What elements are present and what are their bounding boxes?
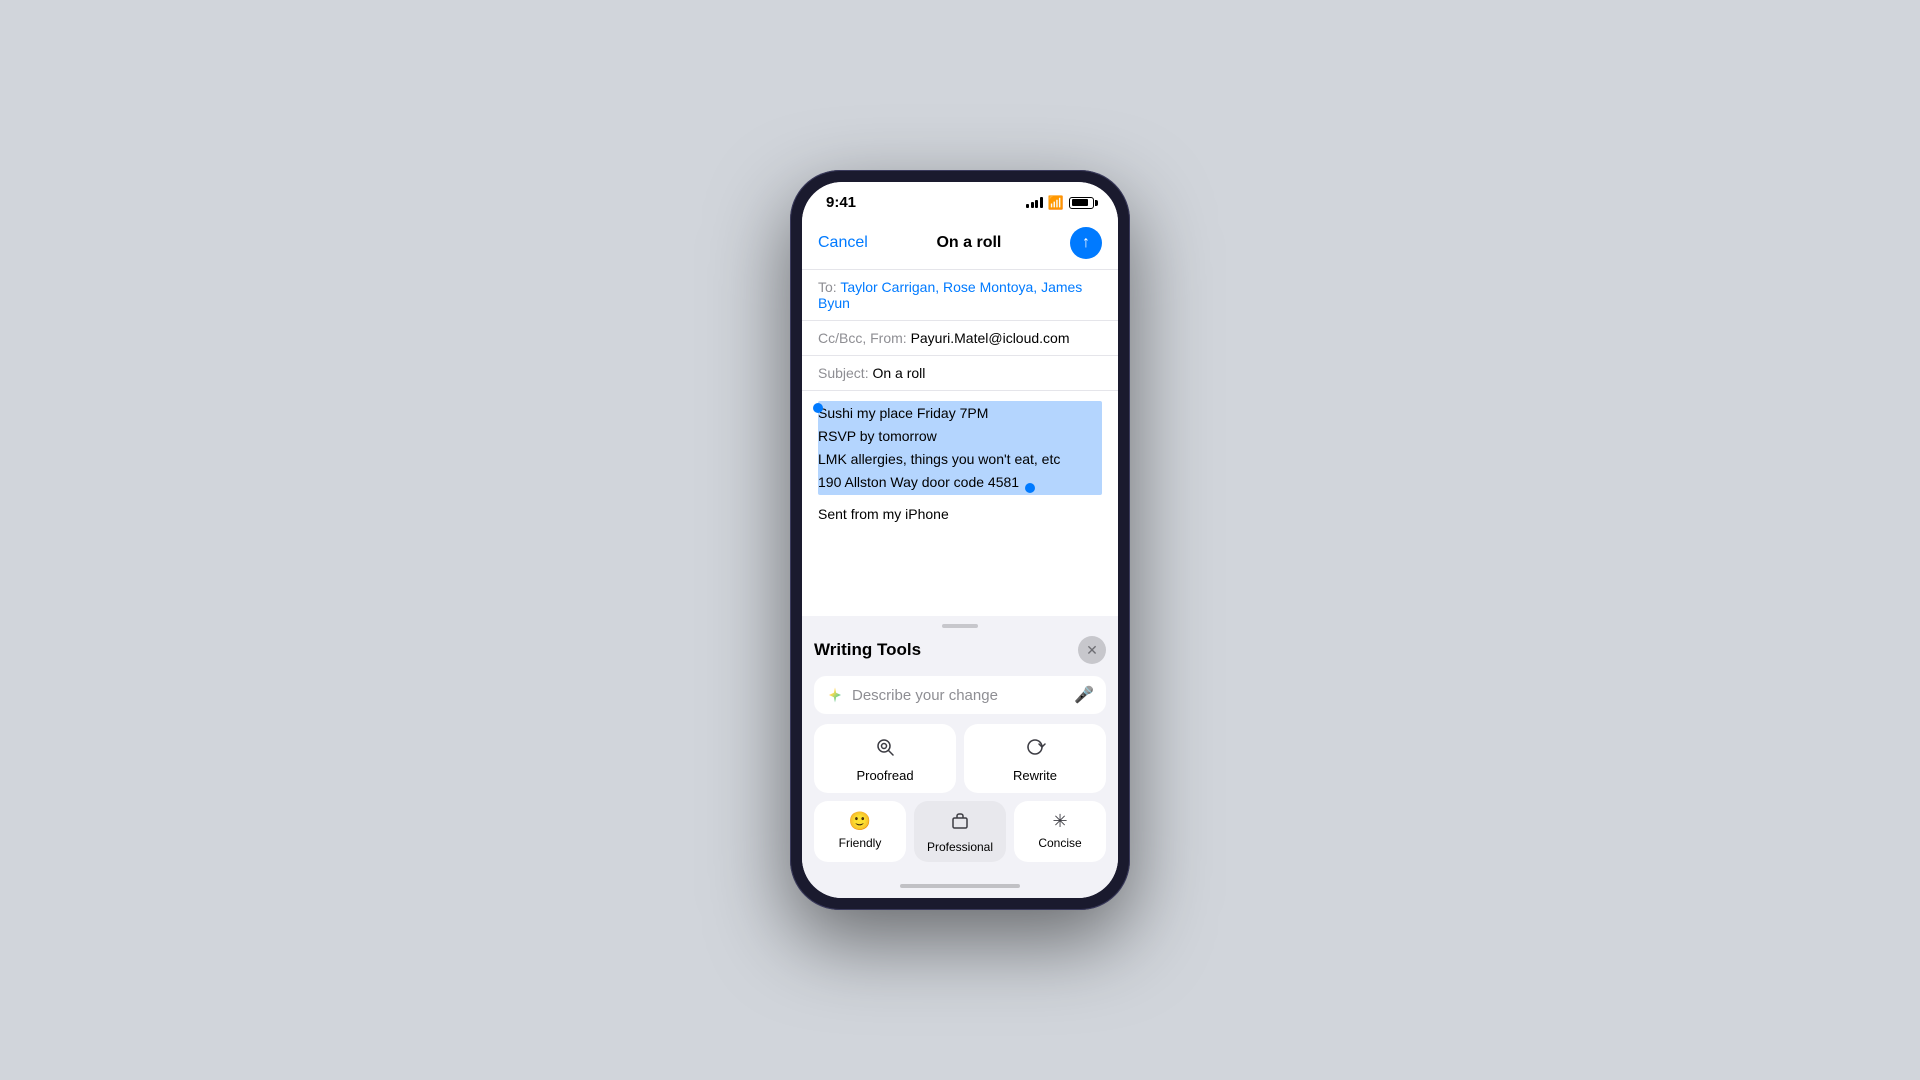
wifi-icon: 📶	[1048, 195, 1064, 211]
professional-button[interactable]: Professional	[914, 801, 1006, 862]
subject-label: Subject:	[818, 365, 872, 381]
cc-label: Cc/Bcc, From:	[818, 330, 911, 346]
rewrite-icon	[1024, 736, 1046, 764]
status-bar: 9:41 📶	[802, 182, 1118, 215]
professional-label: Professional	[927, 840, 993, 854]
status-time: 9:41	[826, 194, 856, 211]
cancel-button[interactable]: Cancel	[818, 234, 868, 252]
mic-icon[interactable]: 🎤	[1074, 685, 1094, 705]
selection-handle-right	[1025, 483, 1035, 493]
compose-header: Cancel On a roll ↑	[802, 215, 1118, 270]
body-line-1: Sushi my place Friday 7PM	[818, 402, 1102, 425]
drag-handle-area	[802, 616, 1118, 632]
writing-tools-title: Writing Tools	[814, 640, 921, 660]
describe-change-placeholder: Describe your change	[852, 687, 1066, 704]
body-line-2: RSVP by tomorrow	[818, 425, 1102, 448]
body-line-4: 190 Allston Way door code 4581	[818, 474, 1019, 490]
send-icon: ↑	[1082, 235, 1090, 251]
phone-screen: 9:41 📶 Cancel On a roll	[802, 182, 1118, 898]
writing-tools-close-button[interactable]: ✕	[1078, 636, 1106, 664]
send-button[interactable]: ↑	[1070, 227, 1102, 259]
primary-tools-row: Proofread Rewrite	[814, 724, 1106, 793]
home-bar	[900, 884, 1020, 888]
concise-button[interactable]: ✳ Concise	[1014, 801, 1106, 862]
subject-field[interactable]: Subject: On a roll	[802, 356, 1118, 391]
cc-field[interactable]: Cc/Bcc, From: Payuri.Matel@icloud.com	[802, 321, 1118, 356]
proofread-label: Proofread	[856, 768, 913, 783]
rewrite-label: Rewrite	[1013, 768, 1057, 783]
professional-icon	[950, 811, 970, 836]
friendly-button[interactable]: 🙂 Friendly	[814, 801, 906, 862]
mail-compose-area: Cancel On a roll ↑ To: Taylor Carrigan, …	[802, 215, 1118, 616]
signature: Sent from my iPhone	[818, 503, 1102, 526]
friendly-icon: 🙂	[849, 811, 871, 832]
describe-change-input-row[interactable]: Describe your change 🎤	[814, 676, 1106, 714]
status-icons: 📶	[1026, 195, 1094, 211]
to-value: Taylor Carrigan, Rose Montoya, James Byu…	[818, 279, 1082, 311]
battery-icon	[1069, 197, 1094, 209]
concise-label: Concise	[1038, 836, 1081, 850]
sparkle-icon	[826, 686, 844, 704]
signal-icon	[1026, 197, 1043, 208]
subject-value: On a roll	[872, 365, 925, 381]
body-line-3: LMK allergies, things you won't eat, etc	[818, 448, 1102, 471]
body-line-4-wrapper: 190 Allston Way door code 4581	[818, 471, 1102, 494]
rewrite-button[interactable]: Rewrite	[964, 724, 1106, 793]
phone-frame: 9:41 📶 Cancel On a roll	[790, 170, 1130, 910]
drag-handle	[942, 624, 978, 628]
selected-body-text: Sushi my place Friday 7PM RSVP by tomorr…	[818, 401, 1102, 495]
writing-tools-panel: Writing Tools ✕	[802, 632, 1118, 878]
concise-icon: ✳	[1052, 811, 1067, 832]
proofread-button[interactable]: Proofread	[814, 724, 956, 793]
home-indicator-area	[802, 878, 1118, 898]
to-label: To:	[818, 279, 840, 295]
cc-value: Payuri.Matel@icloud.com	[911, 330, 1070, 346]
writing-tools-header: Writing Tools ✕	[814, 632, 1106, 676]
friendly-label: Friendly	[839, 836, 882, 850]
to-field[interactable]: To: Taylor Carrigan, Rose Montoya, James…	[802, 270, 1118, 321]
proofread-icon	[874, 736, 896, 764]
close-icon: ✕	[1086, 642, 1098, 659]
compose-title: On a roll	[936, 234, 1001, 252]
compose-body[interactable]: Sushi my place Friday 7PM RSVP by tomorr…	[802, 391, 1118, 616]
tone-tools-row: 🙂 Friendly Professional ✳ Concise	[814, 801, 1106, 862]
